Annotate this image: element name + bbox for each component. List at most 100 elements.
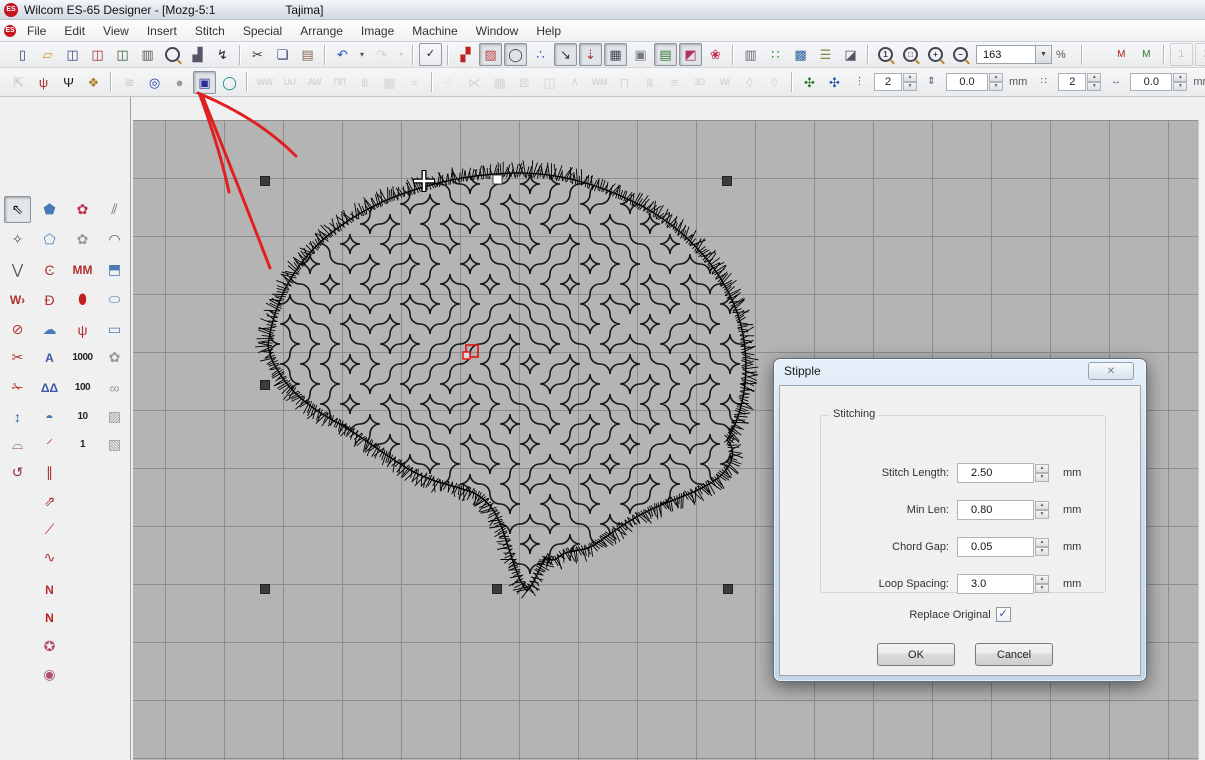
ellipse-tool[interactable]: ⬭ [101,286,128,313]
contour-offset-button[interactable]: ◎ [143,71,166,94]
auto-apply-button[interactable]: ✓ [419,43,442,66]
scale-10-tool[interactable]: 10 [69,403,96,430]
mirror-merge-v-button[interactable]: ✣ [823,71,846,94]
menu-help[interactable]: Help [527,22,570,40]
send-to-machine-button[interactable]: ▟ [186,43,209,66]
texture-2-tool[interactable]: ▧ [101,431,128,458]
satin-n-tool[interactable]: N [36,604,63,631]
undo-button[interactable]: ↶ [331,43,354,66]
lettering-tool[interactable]: A [36,344,63,371]
spinner-buttons[interactable]: ▲▼ [1087,73,1101,91]
undo-dropdown[interactable]: ▾ [356,43,368,66]
applique-2-tool[interactable]: ◓ [36,403,63,430]
star-circle-tool[interactable]: ✪ [36,633,63,660]
show-image-toggle[interactable]: ▤ [654,43,677,66]
numeric-input[interactable]: 2 [874,73,902,91]
print-button[interactable]: ▥ [136,43,159,66]
cut-button[interactable]: ✂ [246,43,269,66]
field-spinner[interactable]: ▲▼ [1035,464,1049,482]
reshape-object-tool[interactable]: ⬟ [36,196,63,223]
show-connectors-toggle[interactable]: ↘ [554,43,577,66]
arc-tool[interactable]: ◠ [101,226,128,253]
columns-icon[interactable]: ∷ [1032,71,1055,94]
satin-arrow-tool[interactable]: W› [4,286,31,313]
spinner-buttons[interactable]: ▲▼ [1173,73,1187,91]
numeric-input[interactable]: 2 [1058,73,1086,91]
flower-preview-button[interactable]: ❀ [704,43,727,66]
copy-button[interactable]: ❏ [271,43,294,66]
applique-tool[interactable]: ☁ [36,316,63,343]
ellipse-rotate-tool[interactable]: ↺ [4,459,31,486]
menu-stitch[interactable]: Stitch [186,22,234,40]
design-properties-button[interactable]: ◪ [839,43,862,66]
zoom-out-button[interactable]: − [949,43,972,66]
ok-button[interactable]: OK [877,643,955,666]
menu-special[interactable]: Special [234,22,291,40]
remove-overlap-tool[interactable]: Đ [36,286,63,313]
image-color-toggle[interactable]: ◩ [679,43,702,66]
menu-edit[interactable]: Edit [55,22,94,40]
menu-insert[interactable]: Insert [138,22,186,40]
replace-original-checkbox[interactable]: ✓ [996,607,1011,622]
closed-object-tool[interactable]: Ͼ [36,256,63,283]
stitch-patch-icon[interactable]: ▞ [454,43,477,66]
stitch-angle-tool[interactable]: ⊘ [4,316,31,343]
weave-tool[interactable]: ⫽ [101,196,128,223]
field-spinner[interactable]: ▲▼ [1035,575,1049,593]
cut-needle-tool[interactable]: ✁ [4,374,31,401]
stitch-edit-tool[interactable]: ✂ [4,344,31,371]
satin-mm-tool[interactable]: ΜΜ [69,256,96,283]
needle-drop-tool[interactable]: ψ [69,316,96,343]
menu-image[interactable]: Image [352,22,403,40]
measure-height-tool[interactable]: ↕ [4,403,31,430]
window-menu-icon[interactable]: ES [4,25,16,37]
machine-to-stitches-button[interactable]: M [1135,43,1158,66]
polygon-select-tool[interactable]: ✧ [4,226,31,253]
stem-run-tool[interactable]: ⟋ [36,516,63,543]
triple-run-tool[interactable]: ∥ [36,459,63,486]
stipple-fill-button[interactable]: ▣ [193,71,216,94]
zoom-in-button[interactable]: + [924,43,947,66]
scale-1000-tool[interactable]: 1000 [69,344,96,371]
zigzag-run-tool[interactable]: ∿ [36,544,63,571]
embroidery-design-brain[interactable] [250,160,770,624]
run-n-tool[interactable]: N [36,576,63,603]
numeric-input[interactable]: 0.0 [1130,73,1172,91]
texture-1-tool[interactable]: ▨ [101,403,128,430]
thread-colors-button[interactable]: ☰ [814,43,837,66]
rows-icon[interactable]: ⋮ [848,71,871,94]
fan-tool[interactable]: ⌓ [4,431,31,458]
image-frame-button[interactable]: ▥ [739,43,762,66]
show-stitches-toggle[interactable]: ▨ [479,43,502,66]
menu-file[interactable]: File [18,22,55,40]
menu-arrange[interactable]: Arrange [291,22,352,40]
zoom-dropdown-arrow[interactable]: ▼ [1036,45,1052,64]
field-spinner[interactable]: ▲▼ [1035,501,1049,519]
buddy-design-tool[interactable]: ΔΔ [36,374,63,401]
zoom-box-button[interactable]: □ [899,43,922,66]
stitches-to-machine-button[interactable]: M [1110,43,1133,66]
open-folder-button[interactable]: ▱ [36,43,59,66]
flower-gray-tool[interactable]: ✿ [69,226,96,253]
binoculars-tool[interactable]: ∞ [101,374,128,401]
radial-circle-tool[interactable]: ◉ [36,661,63,688]
vertex-select-tool[interactable]: ⋁ [4,256,31,283]
menu-machine[interactable]: Machine [403,22,466,40]
zoom-level-input[interactable]: 163 [976,45,1036,64]
menu-view[interactable]: View [94,22,138,40]
scale-1-tool[interactable]: 1 [69,431,96,458]
column-spacing-icon[interactable]: ↔ [1104,71,1127,94]
outline-design-button[interactable]: ◯ [218,71,241,94]
needle-detail-button[interactable]: Ψ [57,71,80,94]
scale-100-tool[interactable]: 100 [69,374,96,401]
spinner-buttons[interactable]: ▲▼ [989,73,1003,91]
paste-button[interactable]: ▤ [296,43,319,66]
new-document-button[interactable]: ▯ [11,43,34,66]
cancel-button[interactable]: Cancel [975,643,1053,666]
column-tool[interactable]: ⬮ [69,286,96,313]
dialog-close-button[interactable]: ✕ [1088,362,1134,380]
color-blend-tool[interactable]: ✿ [69,196,96,223]
field-input[interactable]: 2.50 [957,463,1034,483]
rectangle-tool[interactable]: ▭ [101,316,128,343]
print-preview-button[interactable] [161,43,184,66]
